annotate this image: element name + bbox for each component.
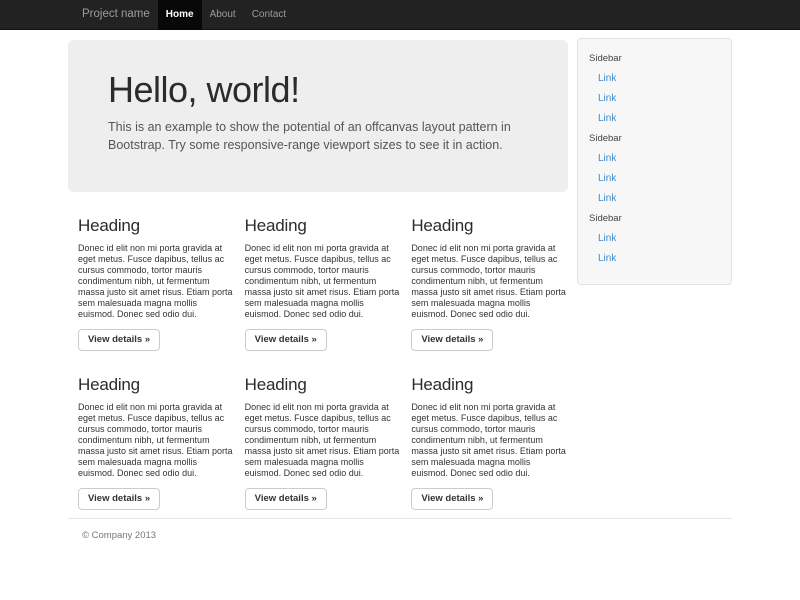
card-body-text: Donec id elit non mi porta gravida at eg… [411, 402, 569, 479]
offcanvas-row: Hello, world! This is an example to show… [68, 30, 732, 510]
card-heading: Heading [245, 216, 392, 236]
card-row-1: Heading Donec id elit non mi porta gravi… [68, 192, 568, 351]
nav-item-about[interactable]: About [202, 0, 244, 30]
card-body-text: Donec id elit non mi porta gravida at eg… [245, 243, 403, 320]
sidebar-column: Sidebar Link Link Link Sidebar Link Link… [568, 30, 732, 510]
sidebar-group-1: Sidebar Link Link Link [578, 49, 731, 129]
page-title: Hello, world! [108, 70, 528, 110]
card-heading: Heading [78, 216, 225, 236]
sidebar-link[interactable]: Link [578, 89, 731, 109]
card: Heading Donec id elit non mi porta gravi… [68, 351, 235, 510]
card-heading: Heading [245, 375, 392, 395]
view-details-button[interactable]: View details » [245, 488, 327, 510]
sidebar-link[interactable]: Link [578, 189, 731, 209]
jumbotron: Hello, world! This is an example to show… [68, 40, 568, 192]
page-footer: © Company 2013 [68, 518, 732, 541]
view-details-button[interactable]: View details » [411, 488, 493, 510]
top-navbar: Project name Home About Contact [0, 0, 800, 30]
navbar-container: Project name Home About Contact [68, 0, 732, 30]
sidebar-group-label: Sidebar [578, 129, 731, 149]
sidebar-group-3: Sidebar Link Link [578, 209, 731, 269]
sidebar: Sidebar Link Link Link Sidebar Link Link… [577, 38, 732, 285]
copyright-text: © Company 2013 [82, 530, 718, 541]
main-content: Hello, world! This is an example to show… [68, 30, 568, 510]
sidebar-link[interactable]: Link [578, 149, 731, 169]
card-body-text: Donec id elit non mi porta gravida at eg… [411, 243, 569, 320]
card: Heading Donec id elit non mi porta gravi… [401, 192, 568, 351]
view-details-button[interactable]: View details » [78, 488, 160, 510]
card-body-text: Donec id elit non mi porta gravida at eg… [78, 402, 236, 479]
brand-link[interactable]: Project name [68, 0, 158, 30]
view-details-button[interactable]: View details » [78, 329, 160, 351]
page-container: Hello, world! This is an example to show… [68, 30, 732, 541]
navbar-menu: Home About Contact [158, 0, 294, 30]
card: Heading Donec id elit non mi porta gravi… [401, 351, 568, 510]
sidebar-group-label: Sidebar [578, 209, 731, 229]
sidebar-link[interactable]: Link [578, 109, 731, 129]
sidebar-link[interactable]: Link [578, 249, 731, 269]
card-heading: Heading [411, 216, 558, 236]
sidebar-link[interactable]: Link [578, 69, 731, 89]
sidebar-link[interactable]: Link [578, 229, 731, 249]
card-heading: Heading [411, 375, 558, 395]
card-row-2: Heading Donec id elit non mi porta gravi… [68, 351, 568, 510]
card: Heading Donec id elit non mi porta gravi… [235, 192, 402, 351]
card-body-text: Donec id elit non mi porta gravida at eg… [78, 243, 236, 320]
sidebar-group-2: Sidebar Link Link Link [578, 129, 731, 209]
nav-item-home[interactable]: Home [158, 0, 202, 30]
card: Heading Donec id elit non mi porta gravi… [235, 351, 402, 510]
page-subtitle: This is an example to show the potential… [108, 118, 528, 154]
sidebar-link[interactable]: Link [578, 169, 731, 189]
card-heading: Heading [78, 375, 225, 395]
nav-item-contact[interactable]: Contact [244, 0, 294, 30]
view-details-button[interactable]: View details » [245, 329, 327, 351]
view-details-button[interactable]: View details » [411, 329, 493, 351]
sidebar-group-label: Sidebar [578, 49, 731, 69]
card-body-text: Donec id elit non mi porta gravida at eg… [245, 402, 403, 479]
card: Heading Donec id elit non mi porta gravi… [68, 192, 235, 351]
